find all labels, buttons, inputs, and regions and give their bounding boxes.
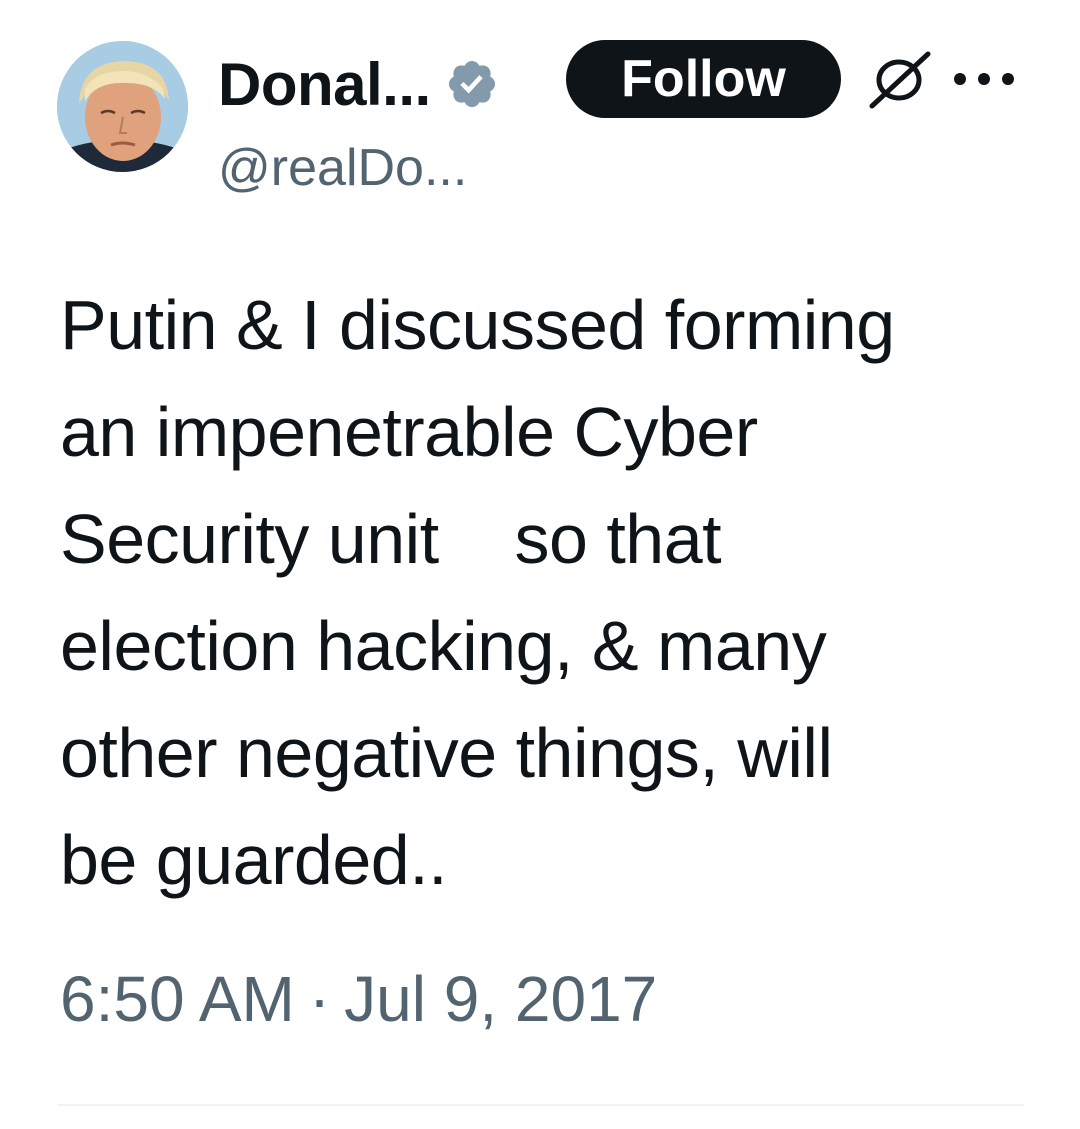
author-display-name[interactable]: Donal... bbox=[218, 50, 431, 119]
author-handle[interactable]: @realDo... bbox=[218, 138, 467, 198]
tweet-line: election hacking, & many bbox=[60, 607, 827, 685]
tweet-line: be guarded.. bbox=[60, 821, 448, 899]
tweet-line: Security unit so that bbox=[60, 500, 722, 578]
author-name-row: Donal... bbox=[218, 48, 499, 120]
tweet-time: 6:50 AM bbox=[60, 963, 295, 1035]
tweet-line: an impenetrable Cyber bbox=[60, 393, 758, 471]
tweet-line: other negative things, will bbox=[60, 714, 833, 792]
follow-button[interactable]: Follow bbox=[566, 40, 841, 118]
timestamp-separator: · bbox=[308, 963, 331, 1035]
tweet-text: Putin & I discussed forming an impenetra… bbox=[60, 272, 1050, 914]
avatar-photo bbox=[57, 41, 188, 172]
tweet-timestamp[interactable]: 6:50 AM · Jul 9, 2017 bbox=[60, 962, 657, 1036]
avatar[interactable] bbox=[57, 41, 188, 172]
grok-icon[interactable] bbox=[866, 50, 932, 110]
divider bbox=[58, 1104, 1024, 1106]
verified-badge-icon[interactable] bbox=[445, 57, 499, 111]
tweet-date: Jul 9, 2017 bbox=[344, 963, 658, 1035]
tweet-line: Putin & I discussed forming bbox=[60, 286, 895, 364]
more-options-icon[interactable] bbox=[950, 70, 1018, 88]
